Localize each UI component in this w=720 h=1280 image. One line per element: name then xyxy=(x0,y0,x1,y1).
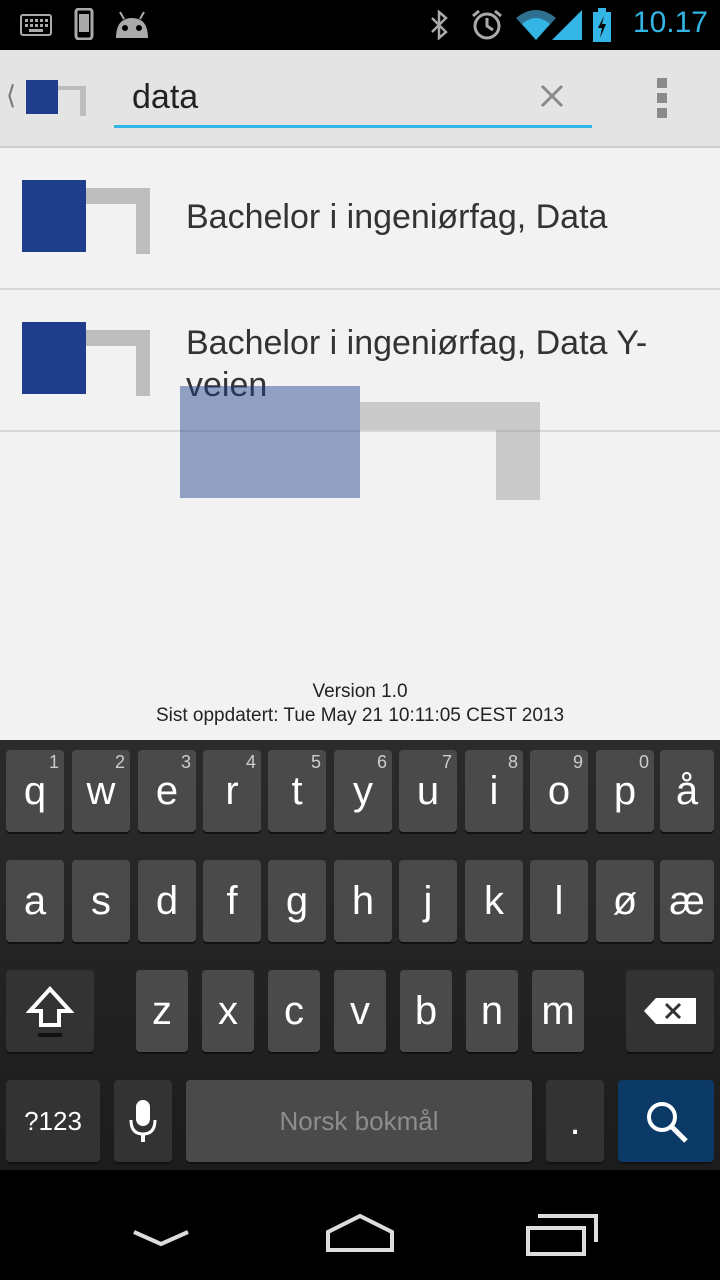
key-o[interactable]: 9o xyxy=(530,750,588,832)
backspace-key[interactable] xyxy=(626,970,714,1052)
alarm-icon xyxy=(472,9,502,40)
battery-icon xyxy=(593,8,611,42)
microphone-icon xyxy=(129,1100,157,1142)
key-j[interactable]: j xyxy=(399,860,457,942)
backspace-icon xyxy=(644,998,696,1024)
key-x[interactable]: x xyxy=(202,970,254,1052)
up-chevron-icon[interactable]: ⟨ xyxy=(6,80,16,111)
key-l[interactable]: l xyxy=(530,860,588,942)
key-m[interactable]: m xyxy=(532,970,584,1052)
android-icon xyxy=(116,11,148,38)
key-a[interactable]: a xyxy=(6,860,64,942)
navigation-bar xyxy=(0,1170,720,1280)
list-item-title: Bachelor i ingeniørfag, Data xyxy=(186,198,608,236)
soft-keyboard: 1q 2w 3e 4r 5t 6y 7u 8i 9o 0p å a s d f … xyxy=(0,740,720,1170)
list-item[interactable]: Bachelor i ingeniørfag, Data xyxy=(0,148,720,290)
key-e[interactable]: 3e xyxy=(138,750,196,832)
key-u[interactable]: 7u xyxy=(399,750,457,832)
key-c[interactable]: c xyxy=(268,970,320,1052)
keyboard-icon xyxy=(20,14,52,36)
key-h[interactable]: h xyxy=(334,860,392,942)
key-ae[interactable]: æ xyxy=(660,860,714,942)
key-q[interactable]: 1q xyxy=(6,750,64,832)
version-info: Version 1.0 Sist oppdatert: Tue May 21 1… xyxy=(0,680,720,728)
clock: 10.17 xyxy=(632,6,708,39)
home-icon[interactable] xyxy=(322,1212,398,1254)
search-key[interactable] xyxy=(618,1080,714,1162)
key-d[interactable]: d xyxy=(138,860,196,942)
overflow-menu-icon[interactable] xyxy=(652,76,672,120)
key-v[interactable]: v xyxy=(334,970,386,1052)
key-s[interactable]: s xyxy=(72,860,130,942)
search-icon xyxy=(647,1102,688,1143)
drag-ghost-logo-icon xyxy=(180,386,540,500)
signal-icon xyxy=(552,10,582,40)
program-logo-icon xyxy=(22,322,150,396)
shift-key[interactable] xyxy=(6,970,94,1052)
program-logo-icon xyxy=(22,180,150,254)
key-g[interactable]: g xyxy=(268,860,326,942)
version-label: Version 1.0 xyxy=(312,681,408,702)
key-f[interactable]: f xyxy=(203,860,261,942)
space-key[interactable]: Norsk bokmål xyxy=(186,1080,532,1162)
key-i[interactable]: 8i xyxy=(465,750,523,832)
wifi-icon xyxy=(516,10,556,40)
key-t[interactable]: 5t xyxy=(268,750,326,832)
key-b[interactable]: b xyxy=(400,970,452,1052)
search-input[interactable] xyxy=(114,70,592,128)
action-bar: ⟨ xyxy=(0,50,720,148)
back-icon[interactable] xyxy=(130,1226,192,1250)
key-n[interactable]: n xyxy=(466,970,518,1052)
bluetooth-icon xyxy=(431,10,448,40)
key-oe[interactable]: ø xyxy=(596,860,654,942)
key-p[interactable]: 0p xyxy=(596,750,654,832)
key-w[interactable]: 2w xyxy=(72,750,130,832)
period-key[interactable]: . xyxy=(546,1080,604,1162)
key-k[interactable]: k xyxy=(465,860,523,942)
updated-label: Sist oppdatert: Tue May 21 10:11:05 CEST… xyxy=(155,705,565,726)
status-bar: 10.17 xyxy=(0,0,720,50)
phone-icon xyxy=(74,8,94,40)
app-logo-icon[interactable] xyxy=(26,80,86,116)
clear-icon[interactable] xyxy=(534,78,570,114)
recents-icon[interactable] xyxy=(526,1214,598,1256)
key-aa[interactable]: å xyxy=(660,750,714,832)
shift-icon xyxy=(26,986,74,1037)
key-z[interactable]: z xyxy=(136,970,188,1052)
symbols-key[interactable]: ?123 xyxy=(6,1080,100,1162)
key-y[interactable]: 6y xyxy=(334,750,392,832)
mic-key[interactable] xyxy=(114,1080,172,1162)
key-r[interactable]: 4r xyxy=(203,750,261,832)
